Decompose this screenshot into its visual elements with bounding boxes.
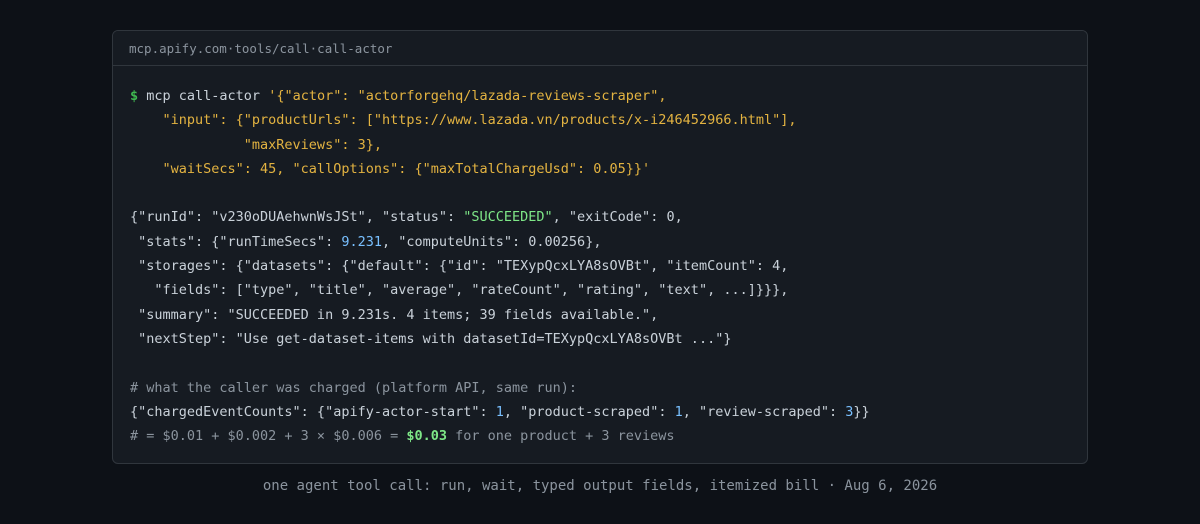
response-text: , "computeUnits": [381, 233, 529, 250]
charges-text: , "review-scraped": [682, 403, 846, 420]
command-arg-line: "maxReviews": 3}, [130, 136, 382, 153]
response-text: , [674, 209, 683, 226]
response-line: "nextStep": "Use get-dataset-items with … [130, 330, 732, 347]
prompt-symbol: $ [130, 88, 139, 104]
command-arg-line: "input": {"productUrls": ["https://www.l… [130, 112, 797, 129]
response-text: , "exitCode": [552, 209, 667, 226]
header-separator: · [226, 40, 235, 56]
product-scraped-count: 1 [674, 403, 683, 420]
terminal-header: mcp.apify.com · tools/call · call-actor [113, 31, 1087, 66]
header-separator: · [309, 40, 318, 56]
command-line: $ mcp call-actor '{"actor": "actorforgeh… [130, 84, 1070, 108]
charges-line: {"chargedEventCounts": {"apify-actor-sta… [130, 400, 1070, 424]
command-arg-line: "waitSecs": 45, "callOptions": {"maxTota… [130, 160, 651, 177]
response-line: {"runId": "v230oDUAehwnWsJSt", "status":… [130, 205, 1070, 229]
charges-text: }} [853, 403, 870, 420]
compute-units-value: 0.00256 [528, 233, 586, 250]
item-count-value: 4 [772, 258, 781, 275]
total-line: # = $0.01 + $0.002 + 3 × $0.006 = $0.03 … [130, 424, 1070, 448]
response-text: {"runId": "v230oDUAehwnWsJSt", "status": [130, 209, 464, 226]
command-name: mcp call-actor [138, 88, 269, 104]
charges-text: , "product-scraped": [503, 403, 675, 420]
charges-comment: # what the caller was charged (platform … [130, 379, 578, 396]
response-line: "storages": {"datasets": {"default": {"i… [130, 254, 1070, 278]
exit-code-value: 0 [666, 209, 675, 226]
response-text: "storages": {"datasets": {"default": {"i… [130, 258, 773, 275]
command-arg: '{"actor": "actorforgehq/lazada-reviews-… [268, 88, 667, 104]
total-amount: $0.03 [406, 428, 447, 445]
run-time-value: 9.231 [341, 233, 382, 250]
response-line: "stats": {"runTimeSecs": 9.231, "compute… [130, 230, 1070, 254]
response-line: "fields": ["type", "title", "average", "… [130, 282, 789, 299]
caption: one agent tool call: run, wait, typed ou… [262, 478, 938, 494]
response-text: }, [585, 233, 602, 250]
actor-start-count: 1 [495, 403, 504, 420]
header-method: tools/call [234, 40, 310, 56]
response-text: "stats": {"runTimeSecs": [130, 233, 342, 250]
terminal-body: $ mcp call-actor '{"actor": "actorforgeh… [113, 66, 1087, 448]
header-tool: call-actor [317, 40, 393, 56]
charges-text: {"chargedEventCounts": {"apify-actor-sta… [130, 403, 496, 420]
response-text: , [780, 258, 789, 275]
response-line: "summary": "SUCCEEDED in 9.231s. 4 items… [130, 306, 659, 323]
total-text: # = $0.01 + $0.002 + 3 × $0.006 = [130, 428, 407, 445]
terminal-window: mcp.apify.com · tools/call · call-actor … [112, 30, 1088, 464]
total-text: for one product + 3 reviews [446, 428, 675, 445]
status-value: "SUCCEEDED" [463, 209, 553, 226]
header-host: mcp.apify.com [129, 40, 227, 56]
